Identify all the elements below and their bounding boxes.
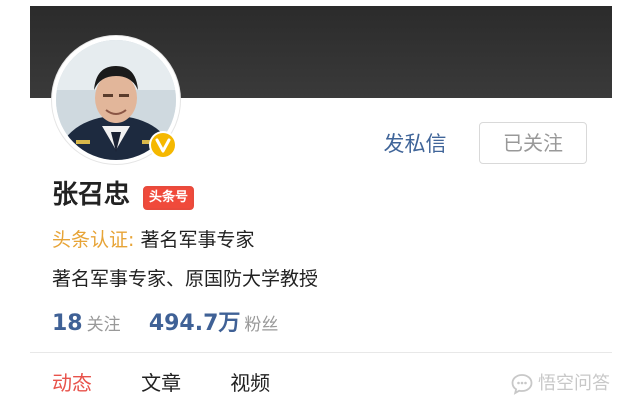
tab-dynamic[interactable]: 动态 [52,368,92,398]
profile-stats: 18 关注 494.7万 粉丝 [52,308,278,341]
profile-description: 著名军事专家、原国防大学教授 [52,268,319,290]
section-divider [30,352,612,353]
speech-bubble-icon [511,374,533,395]
v-badge-icon [149,131,177,159]
following-stat[interactable]: 18 关注 [52,311,126,336]
verification-label: 头条认证: [52,229,135,251]
verification-line: 头条认证: 著名军事专家 [52,226,254,254]
following-label: 关注 [86,315,121,335]
tab-videos[interactable]: 视频 [230,368,270,398]
verification-value: 著名军事专家 [140,229,255,251]
followers-count: 494.7万 [148,311,241,336]
following-button[interactable]: 已关注 [479,122,587,164]
followers-label: 粉丝 [244,315,279,335]
followers-stat[interactable]: 494.7万 粉丝 [149,311,279,336]
content-tabs: 动态 文章 视频 [52,368,314,398]
watermark-text: 悟空问答 [538,373,610,394]
profile-name: 张召忠 [52,180,131,210]
toutiao-badge: 头条号 [143,186,195,210]
following-count: 18 [52,311,83,336]
tab-articles[interactable]: 文章 [141,368,181,398]
profile-page: 发私信 已关注 张召忠 头条号 头条认证: 著名军事专家 著名军事专家、原国防大… [0,0,640,404]
send-message-button[interactable]: 发私信 [370,126,460,162]
wukong-watermark: 悟空问答 [510,370,610,398]
